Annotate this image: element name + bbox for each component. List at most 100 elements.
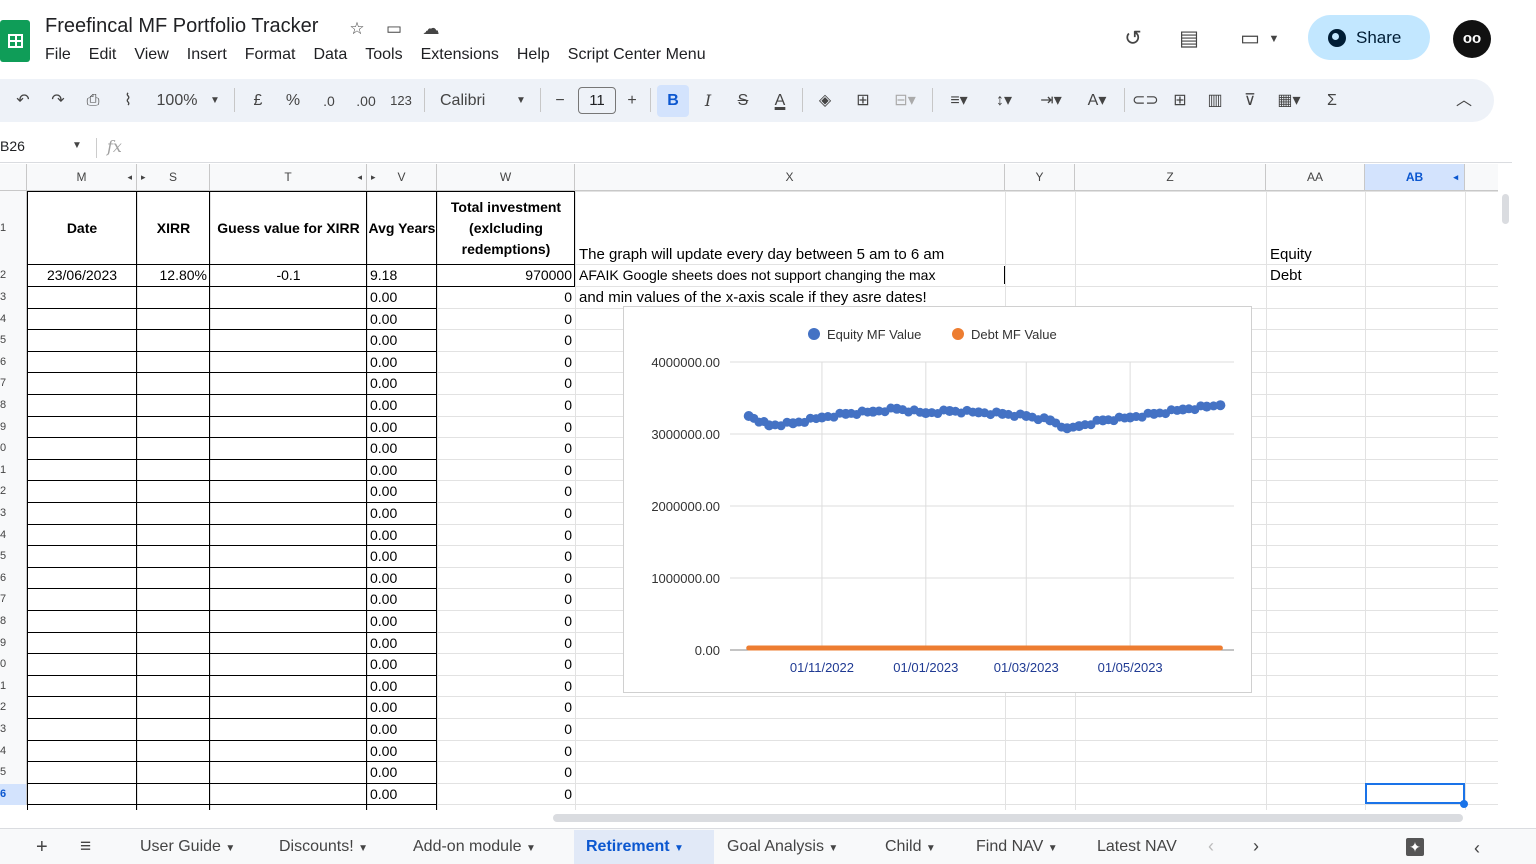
row-header[interactable]: 6 [0,351,27,374]
avg-years-cell[interactable]: 0.00 [370,676,397,697]
insert-comment-icon[interactable]: ⊞ [1167,88,1193,114]
column-header-x[interactable]: X [575,164,1005,191]
row-header[interactable]: 6 [0,567,27,590]
equity-debt-chart[interactable]: 0.00 1000000.00 2000000.00 3000000.00 400000… [623,306,1252,693]
note-line-3[interactable]: and min values of the x-axis scale if th… [579,287,927,308]
header-total-investment-line3[interactable]: redemptions) [437,239,575,260]
row-header[interactable]: 0 [0,438,27,460]
header-guess-xirr[interactable]: Guess value for XIRR [210,218,367,239]
xirr-cell[interactable]: 12.80% [137,265,207,286]
avg-years-cell[interactable]: 0.00 [370,762,397,783]
avg-years-cell[interactable]: 0.00 [370,719,397,740]
row-header[interactable]: 1 [0,191,27,265]
row-header[interactable]: 5 [0,546,27,568]
row-header[interactable]: 4 [0,524,27,547]
add-sheet-icon[interactable]: + [36,836,48,859]
column-header-m[interactable]: M ◂ [27,164,137,191]
avg-years-cell[interactable]: 0.00 [370,373,397,394]
star-icon[interactable]: ☆ [346,18,368,40]
insert-link-icon[interactable]: ⊂⊃ [1132,88,1159,114]
tab-dropdown-icon[interactable]: ▼ [225,843,235,854]
column-header-ab[interactable]: AB ◂ [1365,164,1465,191]
vertical-align-icon[interactable]: ↕▾ [985,88,1023,114]
column-header-s[interactable]: ▸ S [137,164,210,191]
total-investment-cell[interactable]: 0 [437,676,572,697]
text-rotation-icon[interactable]: A▾ [1078,88,1116,114]
all-sheets-icon[interactable]: ≡ [80,836,91,858]
comments-icon[interactable]: ▤ [1175,25,1203,53]
avg-years-cell[interactable]: 0.00 [370,654,397,675]
avg-years-cell[interactable]: 0.00 [370,525,397,546]
avg-years-cell[interactable]: 0.00 [370,697,397,718]
row-header[interactable]: 0 [0,654,27,676]
total-investment-cell[interactable]: 0 [437,460,572,481]
collapse-toolbar-icon[interactable]: ︿ [1452,88,1476,114]
row-header[interactable]: 2 [0,697,27,719]
column-header-w[interactable]: W [437,164,575,191]
tab-find-nav[interactable]: Find NAV ▼ [964,830,1070,864]
decrease-font-icon[interactable]: − [550,88,570,114]
total-investment-cell[interactable]: 0 [437,546,572,567]
tab-dropdown-icon[interactable]: ▼ [1048,843,1058,854]
tab-dropdown-icon[interactable]: ▼ [526,843,536,854]
column-header-y[interactable]: Y [1005,164,1075,191]
total-investment-cell[interactable]: 0 [437,697,572,718]
hidden-columns-right-icon[interactable]: ▸ [371,164,376,191]
note-line-1[interactable]: The graph will update every day between … [579,244,944,265]
more-formats-button[interactable]: 123 [388,88,414,114]
row-header[interactable]: 2 [0,265,27,287]
avg-years-cell[interactable]: 0.00 [370,741,397,762]
column-header-t[interactable]: T ◂ [210,164,367,191]
filter-views-icon[interactable]: ▦▾ [1270,88,1308,114]
column-header-z[interactable]: Z [1075,164,1266,191]
avg-years-cell[interactable]: 0.00 [370,287,397,308]
row-header[interactable]: 3 [0,503,27,525]
tab-latest-nav[interactable]: Latest NAV [1085,830,1189,864]
header-avg-years[interactable]: Avg Years [367,218,437,239]
row-header[interactable]: 9 [0,632,27,655]
row-header[interactable]: 3 [0,719,27,741]
meet-icon[interactable]: ▭ [1236,25,1264,53]
tab-dropdown-icon[interactable]: ▼ [358,843,368,854]
total-investment-cell[interactable]: 0 [437,611,572,632]
avg-years-cell[interactable]: 0.00 [370,503,397,524]
avg-years-cell[interactable]: 0.00 [370,546,397,567]
row-header[interactable]: 1 [0,459,27,482]
hidden-columns-left-icon[interactable]: ◂ [357,164,362,191]
total-investment-cell[interactable]: 0 [437,503,572,524]
total-investment-cell[interactable]: 0 [437,654,572,675]
avg-years-cell[interactable]: 0.00 [370,611,397,632]
menu-tools[interactable]: Tools [365,45,411,65]
avg-years-cell[interactable]: 0.00 [370,460,397,481]
total-investment-cell[interactable]: 970000 [437,265,572,286]
undo-icon[interactable]: ↶ [10,88,36,114]
redo-icon[interactable]: ↷ [45,88,71,114]
merge-cells-icon[interactable]: ⊟▾ [886,88,924,114]
avg-years-cell[interactable]: 0.00 [370,568,397,589]
insert-chart-icon[interactable]: ▥ [1202,88,1228,114]
menu-script-center[interactable]: Script Center Menu [568,45,715,65]
tab-dropdown-icon[interactable]: ▼ [674,843,684,854]
row-header[interactable]: 5 [0,330,27,352]
total-investment-cell[interactable]: 0 [437,741,572,762]
explore-icon[interactable]: ✦ [1406,838,1424,856]
vertical-scrollbar[interactable] [1498,164,1512,810]
row-header[interactable]: 7 [0,373,27,395]
percent-button[interactable]: % [283,88,303,114]
tab-user-guide[interactable]: User Guide ▼ [128,830,247,864]
avg-years-cell[interactable]: 0.00 [370,633,397,654]
strikethrough-icon[interactable]: S [732,88,754,114]
tab-add-on-module[interactable]: Add-on module ▼ [401,830,548,864]
zoom-select[interactable]: 100% [153,88,201,114]
total-investment-cell[interactable]: 0 [437,568,572,589]
guess-cell[interactable]: -0.1 [210,265,367,286]
avg-years-cell[interactable]: 0.00 [370,330,397,351]
avg-years-cell[interactable]: 0.00 [370,438,397,459]
note-line-2[interactable]: AFAIK Google sheets does not support cha… [579,265,935,286]
total-investment-cell[interactable]: 0 [437,762,572,783]
menu-extensions[interactable]: Extensions [421,45,508,65]
total-investment-cell[interactable]: 0 [437,395,572,416]
row-header[interactable]: 4 [0,740,27,763]
tab-dropdown-icon[interactable]: ▼ [828,843,838,854]
row-header[interactable]: 2 [0,481,27,503]
